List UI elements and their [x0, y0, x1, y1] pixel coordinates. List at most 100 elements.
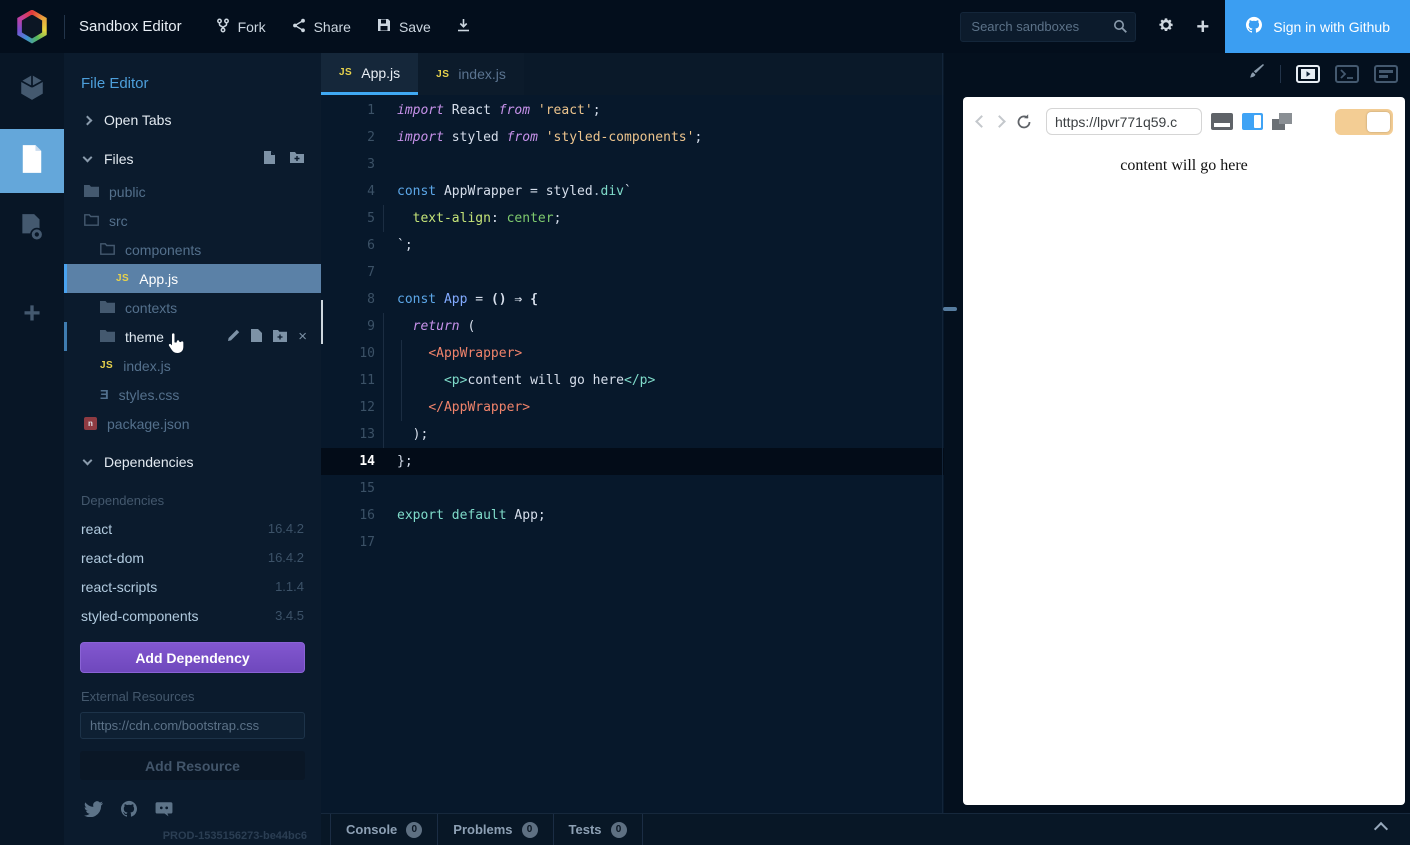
discord-icon[interactable] — [155, 801, 173, 822]
save-button[interactable]: Save — [377, 18, 431, 35]
add-dependency-button[interactable]: Add Dependency — [80, 642, 305, 673]
toggle-tests-pane-icon[interactable] — [1374, 65, 1398, 83]
statusbar-tab-problems[interactable]: Problems0 — [438, 814, 553, 845]
code-token: <AppWrapper> — [428, 346, 522, 361]
code-token: default — [452, 508, 507, 523]
new-folder-icon[interactable] — [273, 329, 287, 345]
settings-button[interactable] — [1158, 17, 1174, 36]
forward-icon[interactable] — [993, 115, 1006, 128]
download-button[interactable] — [457, 18, 470, 35]
tree-item-styles.css[interactable]: Ǝstyles.css — [64, 380, 321, 409]
statusbar-tab-tests[interactable]: Tests0 — [554, 814, 643, 845]
code-line-content: export default App; — [375, 502, 546, 529]
open-window-icon[interactable] — [1272, 113, 1292, 130]
tree-item-package.json[interactable]: npackage.json — [64, 409, 321, 438]
browser-preview: content will go here — [963, 97, 1405, 805]
code-line-content: `; — [375, 232, 413, 259]
code-token: </p> — [624, 373, 655, 388]
tree-item-App.js[interactable]: JSApp.js — [64, 264, 321, 293]
fork-button[interactable]: Fork — [216, 18, 266, 36]
line-number: 6 — [321, 232, 375, 259]
code-token: const — [397, 292, 436, 307]
editor-tab-index.js[interactable]: JSindex.js — [418, 53, 524, 95]
signin-github-button[interactable]: Sign in with Github — [1225, 0, 1410, 53]
tree-item-src[interactable]: src — [64, 206, 321, 235]
add-resource-button[interactable]: Add Resource — [80, 751, 305, 780]
browser-view-icon[interactable] — [1211, 113, 1233, 130]
indent-guide-line — [383, 394, 384, 421]
preview-navbar — [963, 97, 1405, 143]
pane-resize-grip[interactable] — [943, 307, 957, 311]
code-line-content — [375, 529, 397, 556]
editor-tab-label: App.js — [361, 65, 400, 81]
line-number: 11 — [321, 367, 375, 394]
line-number: 16 — [321, 502, 375, 529]
topbar: Sandbox Editor Fork Share Save — [0, 0, 1410, 53]
rail-sandbox-config-button[interactable] — [0, 201, 64, 259]
code-line: 3 — [321, 151, 944, 178]
delete-icon[interactable]: × — [298, 329, 307, 344]
tree-item-index.js[interactable]: JSindex.js — [64, 351, 321, 380]
code-line: 14}; — [321, 448, 944, 475]
count-badge: 0 — [406, 822, 422, 838]
divider — [1280, 65, 1281, 83]
line-number: 15 — [321, 475, 375, 502]
code-token: export — [397, 508, 444, 523]
new-folder-icon[interactable] — [289, 151, 305, 167]
split-view-icon[interactable] — [1242, 113, 1263, 130]
code-token: </AppWrapper> — [428, 400, 530, 415]
search-icon[interactable] — [1113, 19, 1128, 39]
new-file-icon[interactable] — [263, 150, 276, 168]
dependency-list: react16.4.2react-dom16.4.2react-scripts1… — [64, 514, 321, 630]
js-file-icon: JS — [116, 273, 129, 284]
tree-item-public[interactable]: public — [64, 177, 321, 206]
rail-create-sandbox-button[interactable]: + — [0, 285, 64, 343]
editor-tab-App.js[interactable]: JSApp.js — [321, 53, 418, 95]
sidebar-resize-grip[interactable] — [321, 300, 323, 344]
indent-guide-line — [383, 367, 384, 394]
dependency-name[interactable]: react — [81, 521, 112, 537]
dependency-name[interactable]: react-dom — [81, 550, 144, 566]
code-line-content — [375, 151, 397, 178]
statusbar-tab-console[interactable]: Console0 — [330, 814, 438, 845]
rail-file-editor-button[interactable] — [0, 129, 64, 193]
tree-item-components[interactable]: components — [64, 235, 321, 264]
codesandbox-logo[interactable] — [0, 0, 64, 53]
toggle-preview-pane-icon[interactable] — [1296, 65, 1320, 83]
code-line-content: text-align: center; — [375, 205, 561, 232]
open-tabs-section[interactable]: Open Tabs — [64, 105, 321, 135]
tree-item-theme[interactable]: theme× — [64, 322, 321, 351]
dependency-name[interactable]: react-scripts — [81, 579, 157, 595]
search-box — [960, 12, 1136, 42]
tree-item-label: index.js — [123, 358, 170, 374]
twitter-icon[interactable] — [84, 801, 103, 822]
dependency-name[interactable]: styled-components — [81, 608, 199, 624]
code-line: 2import styled from 'styled-components'; — [321, 124, 944, 151]
prettify-icon[interactable] — [1248, 63, 1265, 85]
code-line: 6`; — [321, 232, 944, 259]
github-icon[interactable] — [120, 800, 138, 823]
code-token — [397, 373, 444, 388]
files-section[interactable]: Files — [64, 144, 321, 174]
refresh-icon[interactable] — [1015, 113, 1033, 131]
search-input[interactable] — [960, 12, 1136, 42]
tree-item-contexts[interactable]: contexts — [64, 293, 321, 322]
line-number: 10 — [321, 340, 375, 367]
dependencies-section[interactable]: Dependencies — [64, 447, 321, 477]
rail-project-info-button[interactable] — [0, 61, 64, 119]
sidebar: File Editor Open Tabs Files publicsrccom… — [64, 53, 321, 845]
code-line-content: import styled from 'styled-components'; — [375, 124, 702, 151]
new-sandbox-button[interactable]: + — [1196, 14, 1209, 40]
code-line-content: const AppWrapper = styled.div` — [375, 178, 632, 205]
preview-url-input[interactable] — [1046, 108, 1202, 135]
back-icon[interactable] — [975, 115, 988, 128]
code-line-content: </AppWrapper> — [375, 394, 530, 421]
rename-icon[interactable] — [227, 329, 240, 345]
resource-url-input[interactable] — [80, 712, 305, 739]
toggle-console-pane-icon[interactable] — [1335, 65, 1359, 83]
code-editor[interactable]: 1import React from 'react';2import style… — [321, 95, 944, 813]
live-toggle[interactable] — [1335, 109, 1393, 135]
new-file-icon[interactable] — [251, 329, 262, 345]
share-button[interactable]: Share — [292, 18, 351, 36]
code-token: 'styled-components' — [546, 130, 695, 145]
